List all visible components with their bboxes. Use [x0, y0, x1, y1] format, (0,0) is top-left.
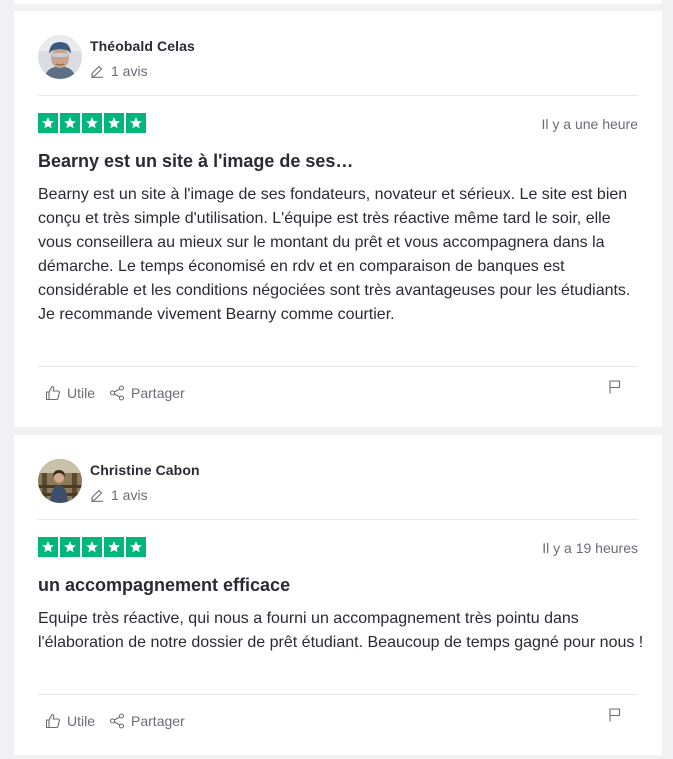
star-icon — [38, 113, 58, 133]
star-icon — [82, 113, 102, 133]
consumer-info[interactable]: Christine Cabon 1 avis — [38, 459, 200, 503]
flag-icon — [609, 708, 621, 722]
thumbs-up-icon — [45, 713, 60, 729]
review-title[interactable]: un accompagnement efficace — [38, 575, 638, 596]
review-card: Christine Cabon 1 avis Il y a 19 heures … — [14, 435, 662, 755]
thumbs-up-icon — [45, 385, 60, 401]
consumer-review-count-label: 1 avis — [111, 63, 148, 79]
avatar[interactable] — [38, 459, 82, 503]
star-icon — [82, 537, 102, 557]
consumer-review-count: 1 avis — [90, 487, 200, 503]
star-icon — [126, 113, 146, 133]
divider — [38, 519, 638, 520]
star-icon — [126, 537, 146, 557]
share-button[interactable]: Partager — [109, 713, 185, 729]
star-icon — [60, 113, 80, 133]
review-date: Il y a une heure — [541, 116, 638, 132]
consumer-info[interactable]: Théobald Celas 1 avis — [38, 35, 195, 79]
useful-button[interactable]: Utile — [45, 385, 95, 401]
star-rating — [38, 113, 146, 133]
review-actions: Utile Partager — [45, 385, 185, 401]
review-text: Equipe très réactive, qui nous a fourni … — [38, 610, 644, 651]
pencil-icon — [91, 65, 103, 78]
review-card: Théobald Celas 1 avis Il y a une heure B… — [14, 11, 662, 427]
star-icon — [60, 537, 80, 557]
report-button[interactable] — [608, 379, 622, 400]
share-label: Partager — [131, 385, 185, 401]
avatar[interactable] — [38, 35, 82, 79]
share-button[interactable]: Partager — [109, 385, 185, 401]
divider — [38, 366, 638, 367]
previous-review-card — [14, 0, 662, 4]
share-icon — [109, 713, 125, 729]
review-actions: Utile Partager — [45, 713, 185, 729]
useful-label: Utile — [67, 713, 96, 729]
divider — [38, 95, 638, 96]
flag-icon — [609, 380, 621, 394]
reviews-page: Théobald Celas 1 avis Il y a une heure B… — [0, 0, 673, 759]
star-icon — [104, 113, 124, 133]
consumer-review-count: 1 avis — [90, 63, 195, 79]
useful-label: Utile — [67, 385, 96, 401]
divider — [38, 694, 638, 695]
consumer-name[interactable]: Christine Cabon — [90, 462, 200, 478]
review-title[interactable]: Bearny est un site à l'image de ses… — [38, 151, 638, 172]
review-text: Bearny est un site à l'image de ses fond… — [38, 186, 631, 323]
consumer-name[interactable]: Théobald Celas — [90, 38, 195, 54]
share-icon — [109, 385, 125, 401]
useful-button[interactable]: Utile — [45, 713, 95, 729]
star-rating — [38, 537, 146, 557]
star-icon — [104, 537, 124, 557]
pencil-icon — [91, 489, 103, 502]
share-label: Partager — [131, 713, 185, 729]
review-date: Il y a 19 heures — [542, 540, 638, 556]
star-icon — [38, 537, 58, 557]
consumer-review-count-label: 1 avis — [111, 487, 148, 503]
report-button[interactable] — [608, 707, 622, 728]
